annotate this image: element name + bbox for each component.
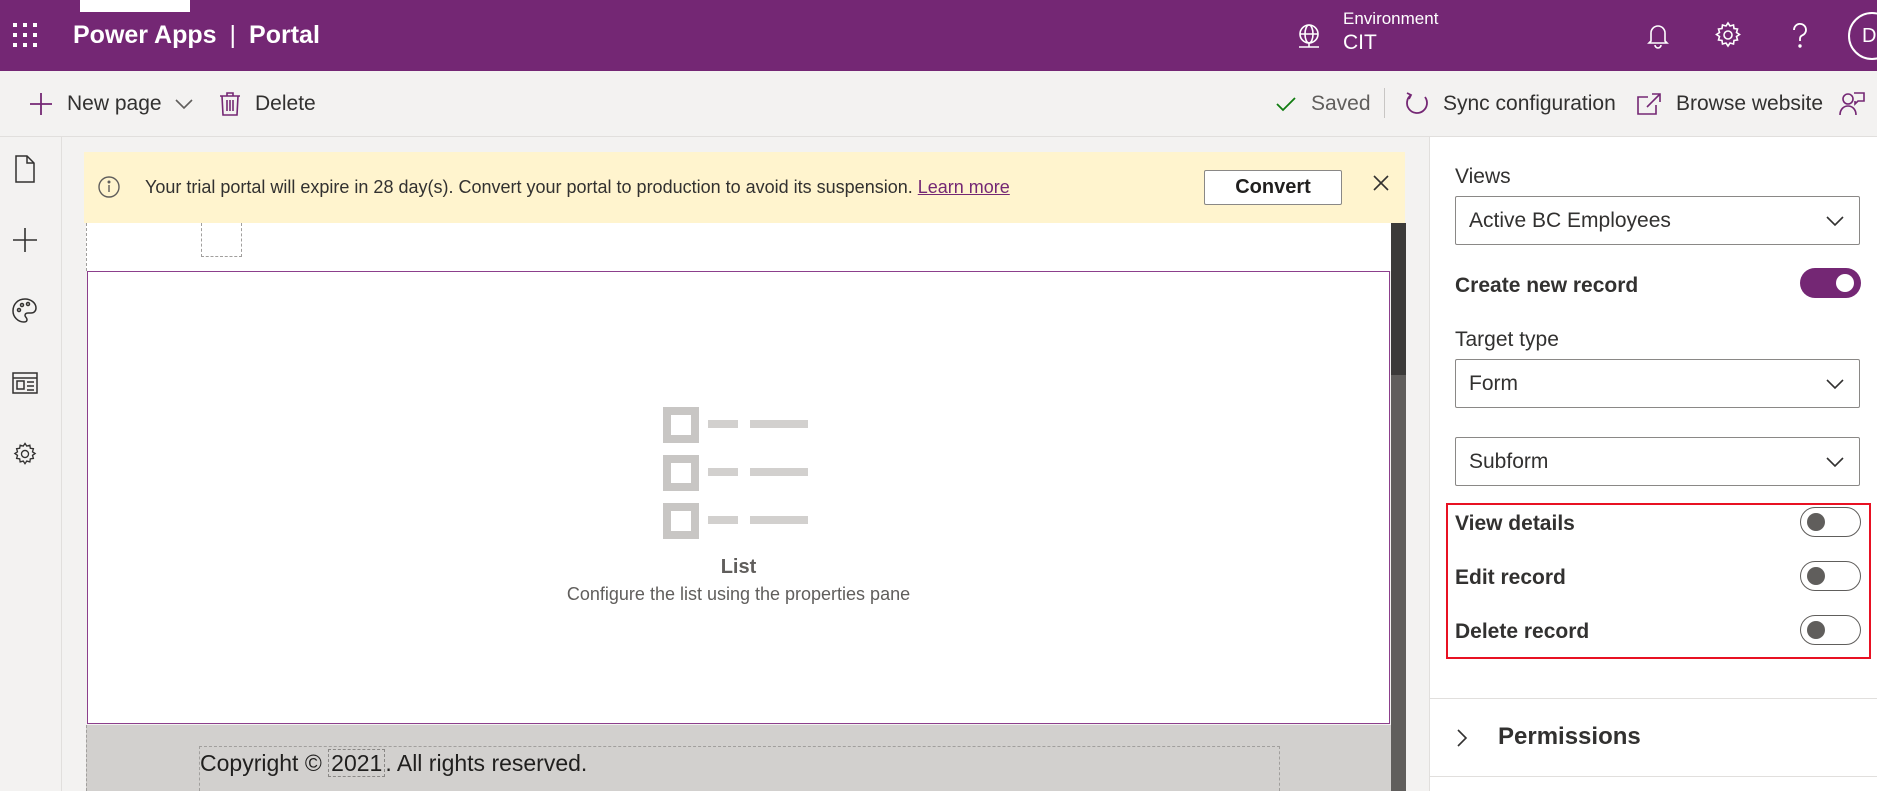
target-type-label: Target type xyxy=(1455,328,1559,351)
toggle-knob xyxy=(1807,621,1825,639)
header-placeholder[interactable] xyxy=(201,223,242,257)
copyright-text[interactable]: Copyright © 2021. All rights reserved. xyxy=(200,749,588,777)
chevron-down-icon[interactable] xyxy=(174,97,194,111)
create-new-record-label: Create new record xyxy=(1455,274,1639,297)
divider xyxy=(1430,776,1877,777)
chevron-right-icon[interactable] xyxy=(1455,727,1469,749)
view-details-toggle[interactable] xyxy=(1800,507,1861,537)
app-launcher-icon[interactable] xyxy=(12,22,38,48)
sync-icon xyxy=(1406,92,1428,114)
views-dropdown[interactable]: Active BC Employees xyxy=(1455,196,1860,245)
bell-icon[interactable] xyxy=(1641,18,1675,52)
canvas-scrollbar[interactable] xyxy=(1391,223,1406,791)
delete-label: Delete xyxy=(255,92,316,115)
copyright-suffix: . All rights reserved. xyxy=(385,750,588,776)
views-label: Views xyxy=(1455,165,1511,188)
toggle-knob xyxy=(1836,274,1854,292)
create-new-record-toggle[interactable] xyxy=(1800,268,1861,298)
target-type-dropdown[interactable]: Form xyxy=(1455,359,1860,408)
chevron-down-icon xyxy=(1826,457,1844,468)
top-header: Power Apps | Portal Environment CIT DI xyxy=(0,0,1877,71)
pages-icon[interactable] xyxy=(10,154,40,184)
learn-more-link[interactable]: Learn more xyxy=(918,177,1010,197)
toggle-knob xyxy=(1807,567,1825,585)
list-icon xyxy=(663,407,808,539)
permissions-section[interactable]: Permissions xyxy=(1498,723,1641,751)
edit-record-label: Edit record xyxy=(1455,566,1566,589)
theme-icon[interactable] xyxy=(10,296,40,326)
sync-label: Sync configuration xyxy=(1443,92,1616,115)
browse-label: Browse website xyxy=(1676,92,1824,115)
app-title: Power Apps | Portal xyxy=(73,21,320,50)
checkmark-icon xyxy=(1276,97,1296,112)
user-avatar[interactable]: DI xyxy=(1848,12,1877,60)
delete-record-toggle[interactable] xyxy=(1800,615,1861,645)
toggle-knob xyxy=(1807,513,1825,531)
saved-status: Saved xyxy=(1275,71,1371,137)
list-subtitle: Configure the list using the properties … xyxy=(566,584,911,604)
add-icon[interactable] xyxy=(10,225,40,255)
form-dropdown[interactable]: Subform xyxy=(1455,437,1860,486)
delete-button[interactable]: Delete xyxy=(219,71,316,137)
new-page-label: New page xyxy=(67,92,162,115)
list-title: List xyxy=(720,556,757,578)
new-page-button[interactable]: New page xyxy=(28,71,194,137)
target-type-value: Form xyxy=(1469,372,1518,395)
delete-record-label: Delete record xyxy=(1455,620,1590,643)
open-in-new-icon xyxy=(1637,93,1661,115)
close-icon[interactable] xyxy=(1369,171,1393,195)
plus-icon xyxy=(30,93,52,115)
divider xyxy=(1430,698,1877,699)
templates-icon[interactable] xyxy=(10,368,40,398)
scrollbar-thumb[interactable] xyxy=(1391,223,1406,375)
environment-value[interactable]: CIT xyxy=(1343,31,1377,55)
convert-button[interactable]: Convert xyxy=(1204,170,1342,205)
browse-website-button[interactable]: Browse website xyxy=(1636,71,1823,137)
title-separator: | xyxy=(229,21,237,49)
browser-tab-stub xyxy=(80,0,190,12)
trial-message-text: Your trial portal will expire in 28 day(… xyxy=(145,177,913,197)
form-value: Subform xyxy=(1469,450,1549,473)
toolbar-divider xyxy=(1384,88,1385,118)
properties-pane: Views Active BC Employees Create new rec… xyxy=(1429,137,1877,791)
left-rail xyxy=(0,137,62,791)
copyright-prefix: Copyright © xyxy=(200,750,322,776)
help-icon[interactable] xyxy=(1783,18,1817,52)
environment-icon[interactable] xyxy=(1294,21,1324,51)
copyright-year[interactable]: 2021 xyxy=(328,749,386,777)
edit-record-toggle[interactable] xyxy=(1800,561,1861,591)
settings-icon[interactable] xyxy=(10,439,40,469)
trial-message: Your trial portal will expire in 28 day(… xyxy=(145,177,1010,198)
command-bar: New page Delete Saved Sync configuration… xyxy=(0,71,1877,137)
page-header-section[interactable] xyxy=(86,223,1391,271)
info-icon xyxy=(98,176,120,198)
saved-label: Saved xyxy=(1311,92,1371,115)
portal-name: Portal xyxy=(249,21,320,49)
chevron-down-icon xyxy=(1826,216,1844,227)
environment-label: Environment xyxy=(1343,9,1439,28)
app-name[interactable]: Power Apps xyxy=(73,21,217,49)
chevron-down-icon xyxy=(1826,379,1844,390)
feedback-icon[interactable] xyxy=(1838,91,1866,117)
page-footer[interactable]: Copyright © 2021. All rights reserved. xyxy=(86,725,1391,791)
view-details-label: View details xyxy=(1455,512,1575,535)
gear-icon[interactable] xyxy=(1711,18,1745,52)
list-component[interactable]: List Configure the list using the proper… xyxy=(87,271,1390,724)
trash-icon xyxy=(220,92,240,116)
sync-configuration-button[interactable]: Sync configuration xyxy=(1403,71,1616,137)
views-value: Active BC Employees xyxy=(1469,209,1671,232)
trial-banner: Your trial portal will expire in 28 day(… xyxy=(84,152,1405,223)
